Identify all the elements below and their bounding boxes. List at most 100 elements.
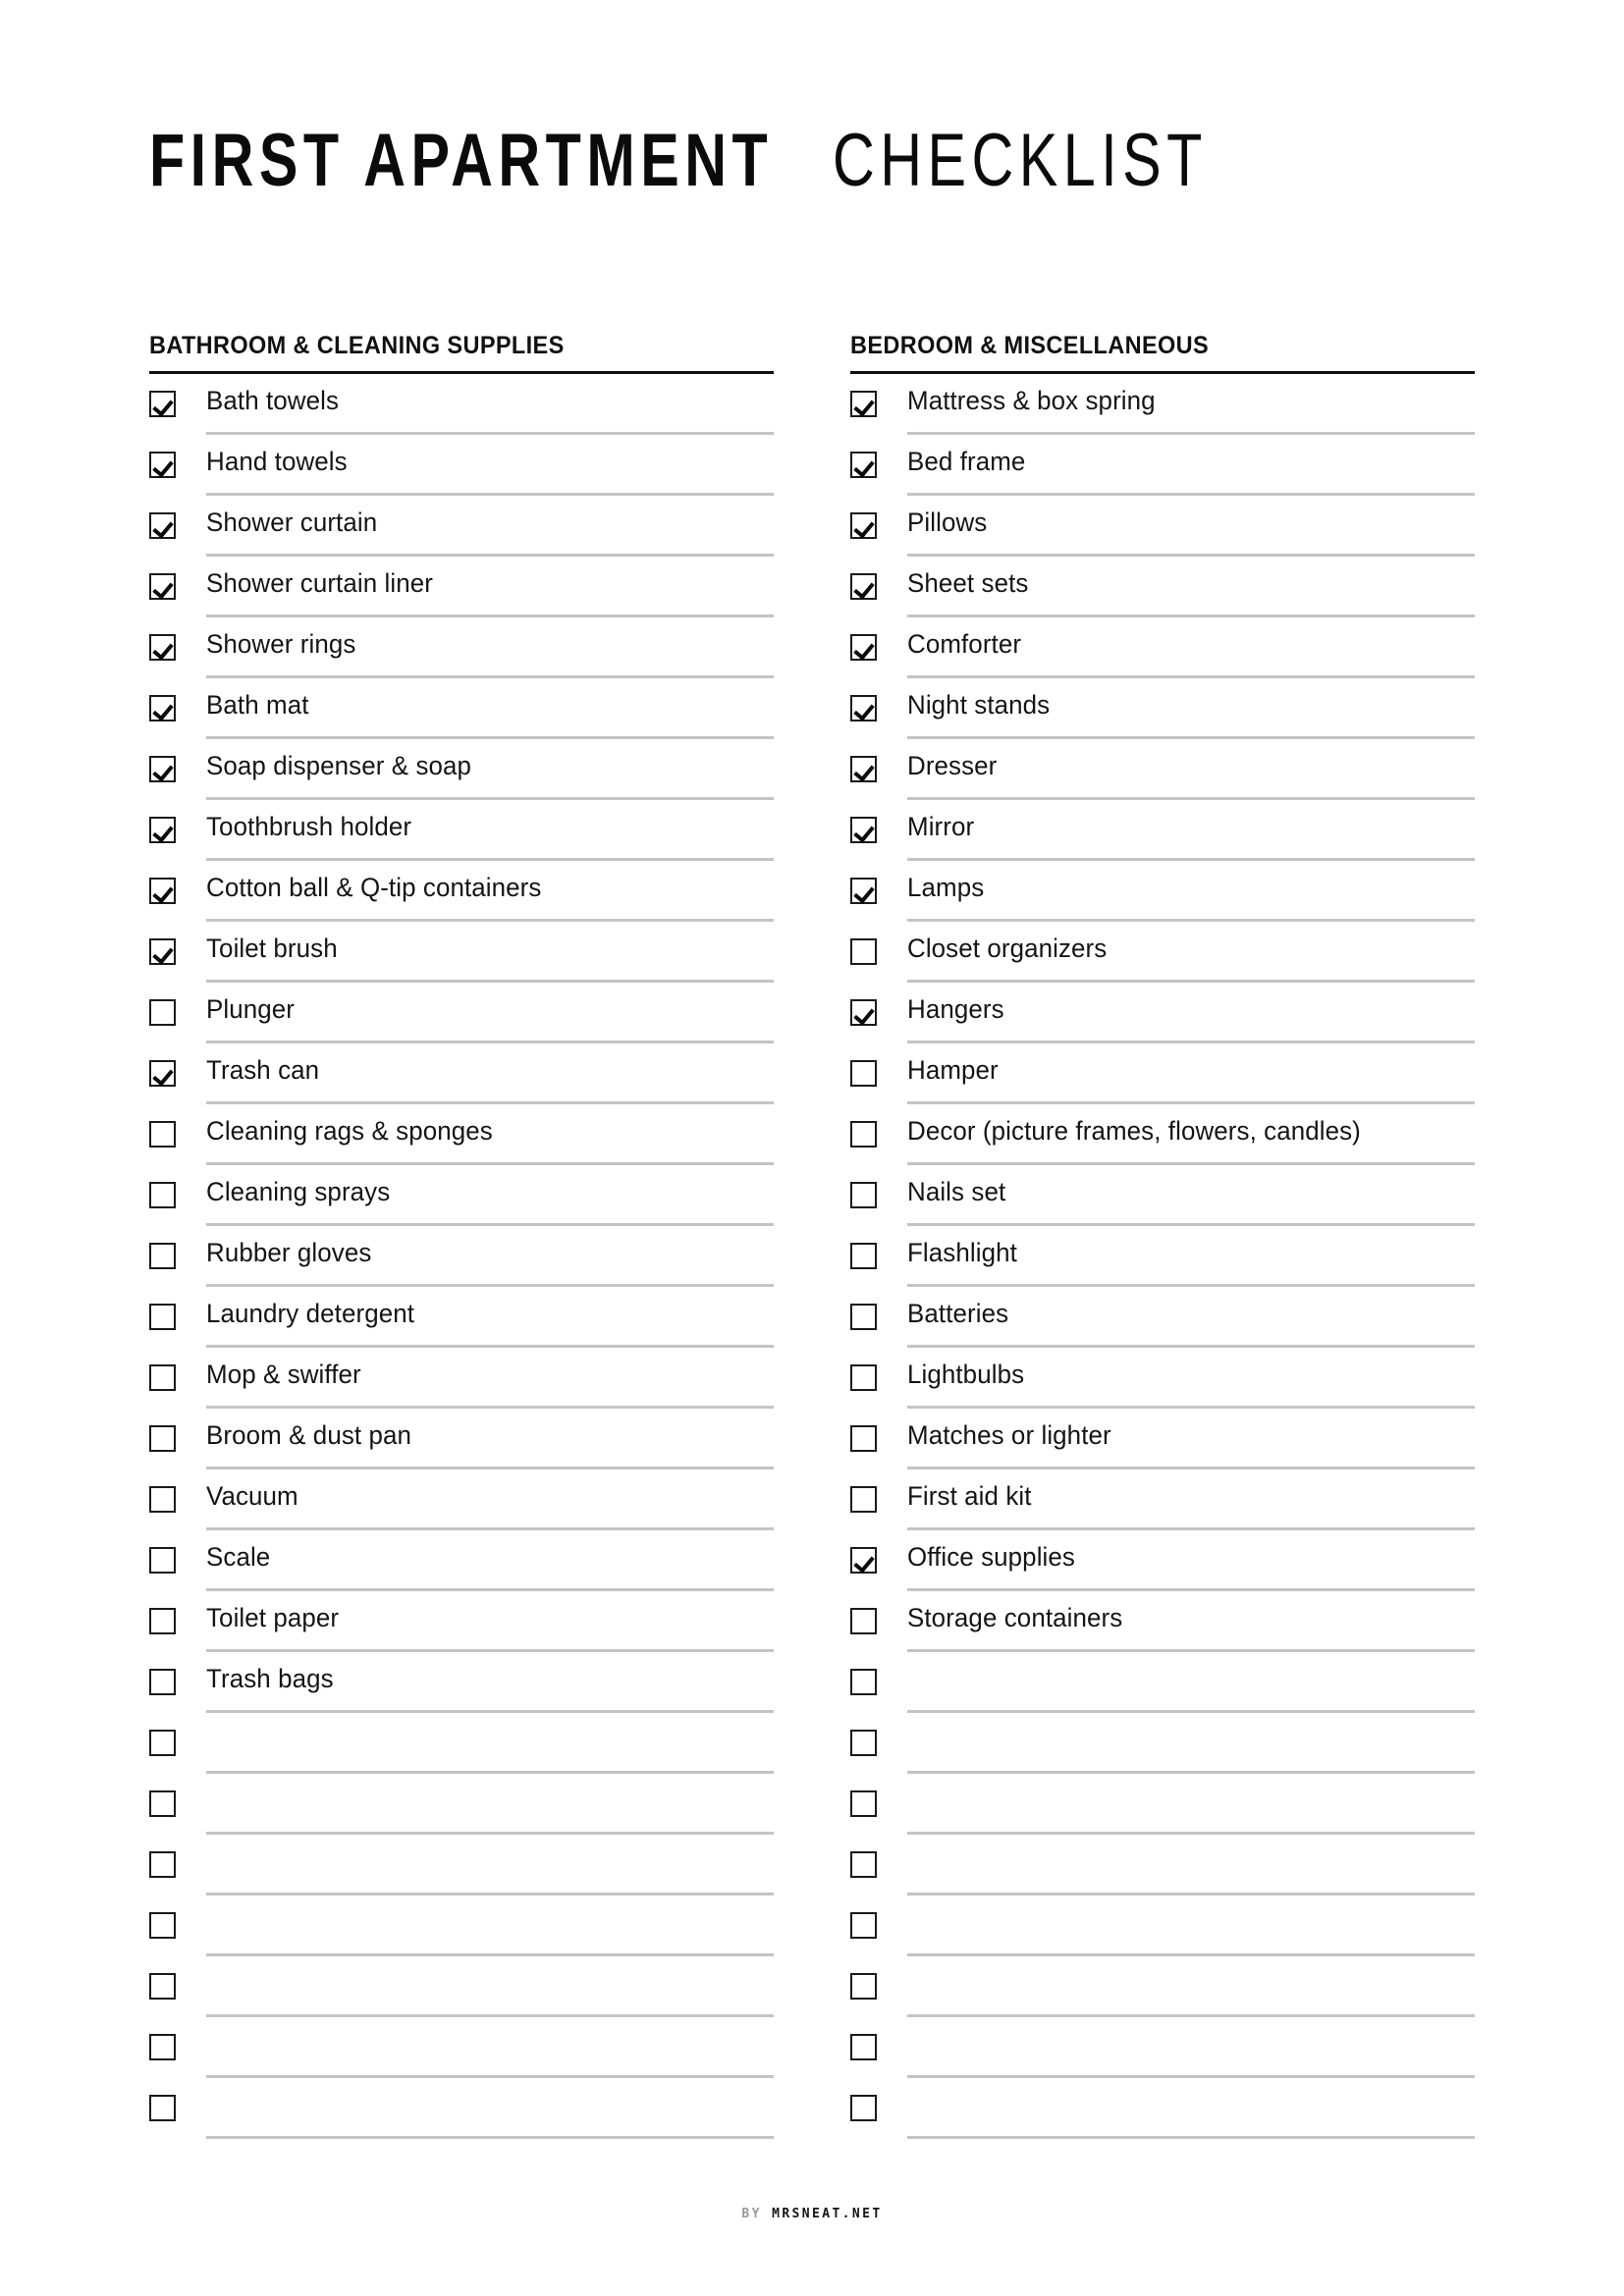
checklist-row[interactable]: Mirror xyxy=(850,800,1475,861)
checklist-row[interactable]: Scale xyxy=(149,1530,774,1591)
checklist-row-line[interactable] xyxy=(206,1835,774,1896)
checklist-row[interactable] xyxy=(850,1774,1475,1835)
checklist-row[interactable]: Trash bags xyxy=(149,1652,774,1713)
checklist-row[interactable] xyxy=(850,1956,1475,2017)
checklist-row-line[interactable]: Cotton ball & Q-tip containers xyxy=(206,861,774,922)
checklist-row[interactable]: Trash can xyxy=(149,1043,774,1104)
checkbox-icon[interactable] xyxy=(149,1912,176,1939)
checklist-row-line[interactable]: Sheet sets xyxy=(907,557,1475,617)
checklist-row[interactable]: Mop & swiffer xyxy=(149,1348,774,1409)
checklist-row-line[interactable]: Hand towels xyxy=(206,435,774,496)
checklist-row[interactable] xyxy=(850,1896,1475,1956)
checklist-row[interactable] xyxy=(149,1835,774,1896)
checklist-row-line[interactable] xyxy=(206,1896,774,1956)
checkbox-checked-icon[interactable] xyxy=(850,1547,877,1574)
checkbox-icon[interactable] xyxy=(149,1364,176,1391)
checklist-row[interactable]: Hamper xyxy=(850,1043,1475,1104)
checklist-row[interactable]: Pillows xyxy=(850,496,1475,557)
checklist-row[interactable]: Decor (picture frames, flowers, candles) xyxy=(850,1104,1475,1165)
checklist-row[interactable] xyxy=(149,1896,774,1956)
checkbox-icon[interactable] xyxy=(149,1243,176,1269)
checkbox-checked-icon[interactable] xyxy=(850,573,877,600)
checklist-row[interactable]: Lamps xyxy=(850,861,1475,922)
checkbox-checked-icon[interactable] xyxy=(149,817,176,843)
checklist-row-line[interactable] xyxy=(907,1835,1475,1896)
checklist-row-line[interactable]: Mattress & box spring xyxy=(907,374,1475,435)
checklist-row-line[interactable] xyxy=(907,1896,1475,1956)
checkbox-icon[interactable] xyxy=(149,1486,176,1513)
checklist-row-line[interactable]: Broom & dust pan xyxy=(206,1409,774,1469)
checklist-row-line[interactable] xyxy=(206,2017,774,2078)
checklist-row-line[interactable]: Laundry detergent xyxy=(206,1287,774,1348)
checkbox-icon[interactable] xyxy=(850,1486,877,1513)
checklist-row-line[interactable] xyxy=(206,1774,774,1835)
checkbox-icon[interactable] xyxy=(850,1182,877,1208)
checklist-row-line[interactable] xyxy=(206,1713,774,1774)
checklist-row-line[interactable]: Toothbrush holder xyxy=(206,800,774,861)
checklist-row[interactable]: Office supplies xyxy=(850,1530,1475,1591)
checkbox-checked-icon[interactable] xyxy=(149,573,176,600)
checkbox-checked-icon[interactable] xyxy=(149,634,176,661)
checkbox-icon[interactable] xyxy=(149,1730,176,1756)
checkbox-icon[interactable] xyxy=(149,999,176,1026)
checklist-row[interactable] xyxy=(850,2078,1475,2139)
checkbox-checked-icon[interactable] xyxy=(850,756,877,782)
checklist-row-line[interactable]: Cleaning rags & sponges xyxy=(206,1104,774,1165)
checklist-row-line[interactable]: Pillows xyxy=(907,496,1475,557)
checkbox-checked-icon[interactable] xyxy=(149,695,176,721)
checklist-row-line[interactable]: Nails set xyxy=(907,1165,1475,1226)
checklist-row[interactable]: Broom & dust pan xyxy=(149,1409,774,1469)
checklist-row[interactable]: Nails set xyxy=(850,1165,1475,1226)
checkbox-checked-icon[interactable] xyxy=(850,391,877,417)
checklist-row-line[interactable]: Trash can xyxy=(206,1043,774,1104)
checklist-row[interactable]: Storage containers xyxy=(850,1591,1475,1652)
checklist-row[interactable]: Matches or lighter xyxy=(850,1409,1475,1469)
checklist-row-line[interactable]: Night stands xyxy=(907,678,1475,739)
checklist-row[interactable]: Toilet brush xyxy=(149,922,774,983)
checkbox-checked-icon[interactable] xyxy=(149,452,176,478)
checklist-row[interactable]: Dresser xyxy=(850,739,1475,800)
checklist-row-line[interactable]: Shower curtain liner xyxy=(206,557,774,617)
checklist-row[interactable]: Hangers xyxy=(850,983,1475,1043)
checkbox-checked-icon[interactable] xyxy=(850,878,877,904)
checklist-row[interactable]: Bath mat xyxy=(149,678,774,739)
checkbox-icon[interactable] xyxy=(850,1912,877,1939)
checklist-row-line[interactable]: Batteries xyxy=(907,1287,1475,1348)
checklist-row[interactable] xyxy=(850,1713,1475,1774)
checklist-row-line[interactable]: Comforter xyxy=(907,617,1475,678)
checklist-row-line[interactable] xyxy=(206,2078,774,2139)
checklist-row-line[interactable]: Hangers xyxy=(907,983,1475,1043)
checkbox-checked-icon[interactable] xyxy=(149,391,176,417)
checklist-row[interactable]: Lightbulbs xyxy=(850,1348,1475,1409)
checklist-row-line[interactable]: Decor (picture frames, flowers, candles) xyxy=(907,1104,1475,1165)
checklist-row[interactable]: Laundry detergent xyxy=(149,1287,774,1348)
checkbox-icon[interactable] xyxy=(149,1608,176,1634)
checklist-row-line[interactable]: Flashlight xyxy=(907,1226,1475,1287)
checklist-row[interactable] xyxy=(149,2017,774,2078)
checkbox-checked-icon[interactable] xyxy=(850,634,877,661)
checkbox-icon[interactable] xyxy=(149,2095,176,2121)
checkbox-icon[interactable] xyxy=(149,1973,176,2000)
checkbox-icon[interactable] xyxy=(149,1790,176,1817)
checklist-row-line[interactable]: Vacuum xyxy=(206,1469,774,1530)
checkbox-checked-icon[interactable] xyxy=(149,512,176,539)
checklist-row-line[interactable]: Office supplies xyxy=(907,1530,1475,1591)
checklist-row-line[interactable]: Storage containers xyxy=(907,1591,1475,1652)
checklist-row[interactable]: Batteries xyxy=(850,1287,1475,1348)
checkbox-icon[interactable] xyxy=(850,1121,877,1148)
checklist-row-line[interactable]: First aid kit xyxy=(907,1469,1475,1530)
checklist-row-line[interactable]: Rubber gloves xyxy=(206,1226,774,1287)
checkbox-checked-icon[interactable] xyxy=(149,756,176,782)
checkbox-icon[interactable] xyxy=(149,1669,176,1695)
checkbox-checked-icon[interactable] xyxy=(149,938,176,965)
checkbox-icon[interactable] xyxy=(850,1730,877,1756)
checklist-row[interactable]: Shower curtain xyxy=(149,496,774,557)
checklist-row[interactable]: Cleaning rags & sponges xyxy=(149,1104,774,1165)
checklist-row-line[interactable]: Bath mat xyxy=(206,678,774,739)
checkbox-checked-icon[interactable] xyxy=(149,878,176,904)
checklist-row-line[interactable]: Cleaning sprays xyxy=(206,1165,774,1226)
checklist-row[interactable] xyxy=(149,1713,774,1774)
checklist-row-line[interactable] xyxy=(907,1713,1475,1774)
checkbox-icon[interactable] xyxy=(149,1851,176,1878)
checklist-row-line[interactable] xyxy=(206,1956,774,2017)
